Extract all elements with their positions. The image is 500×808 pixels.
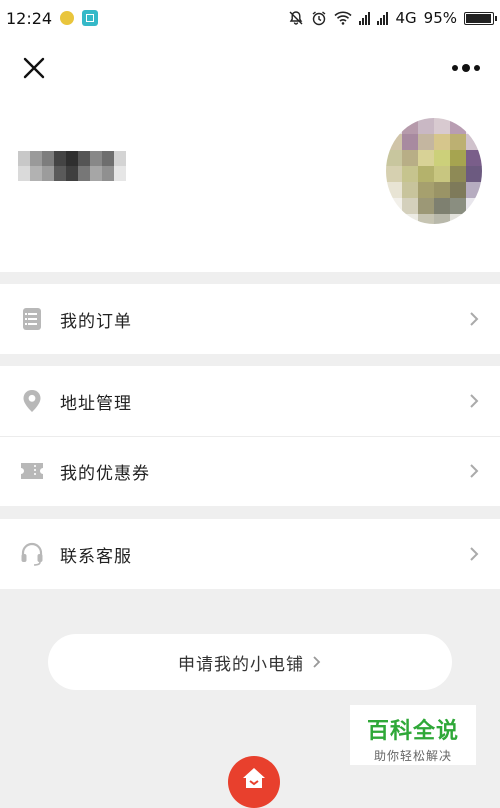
ticket-icon [20, 459, 44, 483]
menu-item-orders[interactable]: 我的订单 [0, 284, 500, 354]
chevron-right-icon [470, 547, 479, 561]
status-bar: 12:24 4G 95% [0, 0, 500, 36]
home-icon [243, 768, 265, 788]
watermark-subtitle: 助你轻松解决 [373, 749, 452, 763]
wifi-icon [334, 11, 353, 25]
headset-icon [20, 542, 44, 566]
battery-percent: 95% [423, 9, 457, 27]
chevron-right-icon [313, 656, 321, 668]
menu-group-address-coupons: 地址管理 我的优惠券 [0, 366, 500, 506]
menu-label-coupons: 我的优惠券 [60, 463, 150, 484]
menu-label-orders: 我的订单 [60, 311, 132, 332]
order-list-icon [20, 307, 44, 331]
chevron-right-icon [470, 394, 479, 408]
status-time: 12:24 [6, 8, 53, 28]
mute-bell-icon [289, 11, 303, 25]
apply-shop-label: 申请我的小电铺 [178, 654, 304, 675]
chevron-right-icon [470, 464, 479, 478]
battery-icon [464, 11, 497, 25]
menu-item-coupons[interactable]: 我的优惠券 [0, 436, 500, 506]
menu-group-orders: 我的订单 [0, 284, 500, 354]
avatar[interactable] [386, 118, 482, 224]
menu-group-service: 联系客服 [0, 519, 500, 589]
more-dots-icon [452, 64, 480, 72]
menu-label-service: 联系客服 [60, 546, 132, 567]
more-button[interactable] [448, 58, 484, 78]
watermark-title: 百科全说 [366, 719, 459, 744]
scan-app-icon [82, 10, 99, 26]
network-type: 4G [395, 9, 417, 27]
watermark-logo: 百科全说 助你轻松解决 [350, 705, 476, 765]
signal-icon-2 [377, 11, 389, 25]
profile-header [0, 36, 500, 272]
menu-label-address: 地址管理 [60, 393, 132, 414]
home-button[interactable] [228, 756, 280, 808]
location-pin-icon [20, 389, 44, 413]
apply-shop-button[interactable]: 申请我的小电铺 [48, 634, 452, 690]
alarm-icon [313, 11, 326, 26]
close-icon [23, 57, 45, 79]
signal-icon [359, 11, 371, 25]
menu-item-address[interactable]: 地址管理 [0, 366, 500, 436]
username-blurred [18, 151, 126, 181]
notification-app-icon [60, 11, 75, 25]
close-button[interactable] [18, 52, 50, 84]
chevron-right-icon [470, 312, 479, 326]
menu-item-service[interactable]: 联系客服 [0, 519, 500, 589]
